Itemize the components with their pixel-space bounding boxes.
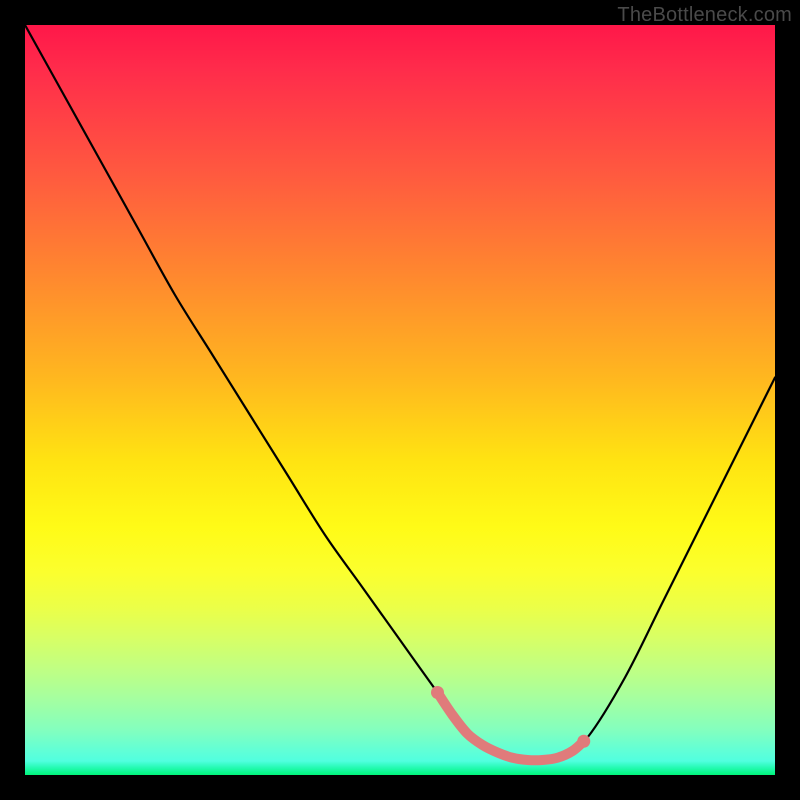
trough-end-dot [431, 686, 444, 699]
chart-frame: TheBottleneck.com [0, 0, 800, 800]
plot-area [25, 25, 775, 775]
bottleneck-curve [25, 25, 775, 760]
chart-svg [25, 25, 775, 775]
trough-end-dot [577, 735, 590, 748]
watermark-text: TheBottleneck.com [617, 4, 792, 27]
trough-highlight [438, 693, 584, 761]
